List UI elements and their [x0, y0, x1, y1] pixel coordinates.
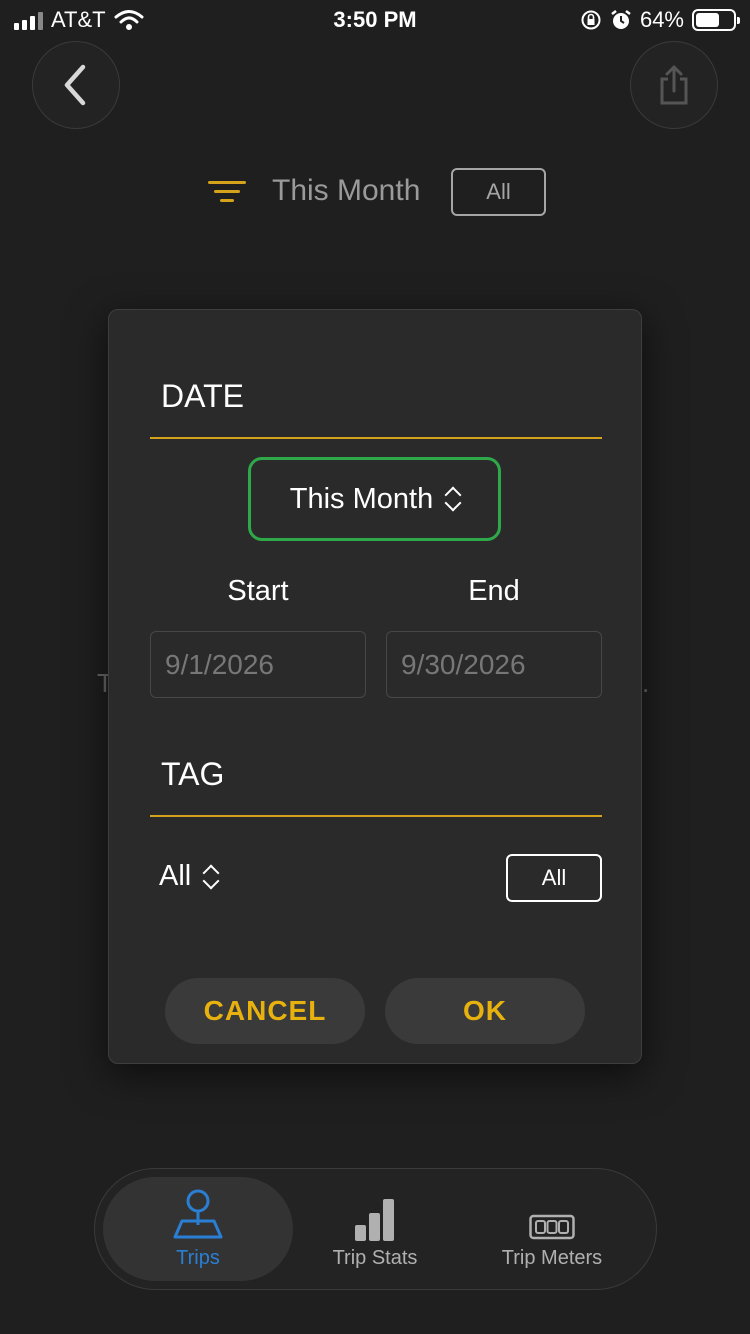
tab-trip-meters-label: Trip Meters: [501, 1246, 603, 1269]
up-down-chevron-icon: [444, 486, 462, 512]
tab-trip-stats[interactable]: Trip Stats: [280, 1177, 470, 1281]
tag-section-title: TAG: [161, 756, 225, 792]
filter-icon[interactable]: [208, 178, 248, 206]
odometer-icon: [529, 1189, 575, 1241]
summary-tag-badge[interactable]: All: [451, 168, 546, 216]
map-pin-icon: [172, 1189, 224, 1241]
cancel-button[interactable]: CANCEL: [165, 978, 365, 1044]
alarm-icon: [611, 10, 631, 29]
tag-all-button[interactable]: All: [506, 854, 602, 902]
battery-icon: [692, 9, 740, 31]
tab-trips[interactable]: Trips: [103, 1177, 293, 1281]
chevron-left-icon: [64, 64, 86, 106]
orientation-lock-icon: [581, 10, 601, 30]
filter-summary: This Month All: [0, 168, 750, 216]
bottom-tab-bar: Trips Trip Stats Trip Meters: [94, 1168, 657, 1290]
tag-select[interactable]: All: [159, 860, 220, 893]
date-range-value: This Month: [289, 482, 434, 515]
up-down-chevron-icon: [202, 864, 220, 889]
start-label: Start: [227, 575, 289, 607]
date-section-divider: [150, 437, 602, 439]
tab-trip-stats-label: Trip Stats: [332, 1246, 418, 1269]
end-label: End: [468, 575, 520, 607]
background-text-right: .: [642, 668, 650, 698]
tag-section-divider: [150, 815, 602, 817]
date-section-title: DATE: [161, 378, 244, 414]
tab-trip-meters[interactable]: Trip Meters: [457, 1177, 647, 1281]
end-date-field[interactable]: 9/30/2026: [386, 631, 602, 698]
bar-chart-icon: [353, 1189, 397, 1241]
start-date-field[interactable]: 9/1/2026: [150, 631, 366, 698]
date-range-select[interactable]: This Month: [248, 457, 501, 541]
ok-button[interactable]: OK: [385, 978, 585, 1044]
tab-trips-label: Trips: [176, 1246, 220, 1269]
tag-select-value: All: [159, 860, 192, 892]
status-bar: AT&T 3:50 PM 64%: [0, 0, 750, 40]
battery-percent: 64%: [639, 7, 684, 32]
summary-range-label: This Month: [272, 174, 421, 207]
status-right: 64%: [580, 7, 740, 33]
battery-fill: [696, 13, 720, 27]
back-button[interactable]: [32, 41, 120, 129]
share-button[interactable]: [630, 41, 718, 129]
filter-dialog: DATE This Month Start End 9/1/2026 9/30/…: [108, 309, 642, 1064]
share-icon: [660, 65, 688, 105]
